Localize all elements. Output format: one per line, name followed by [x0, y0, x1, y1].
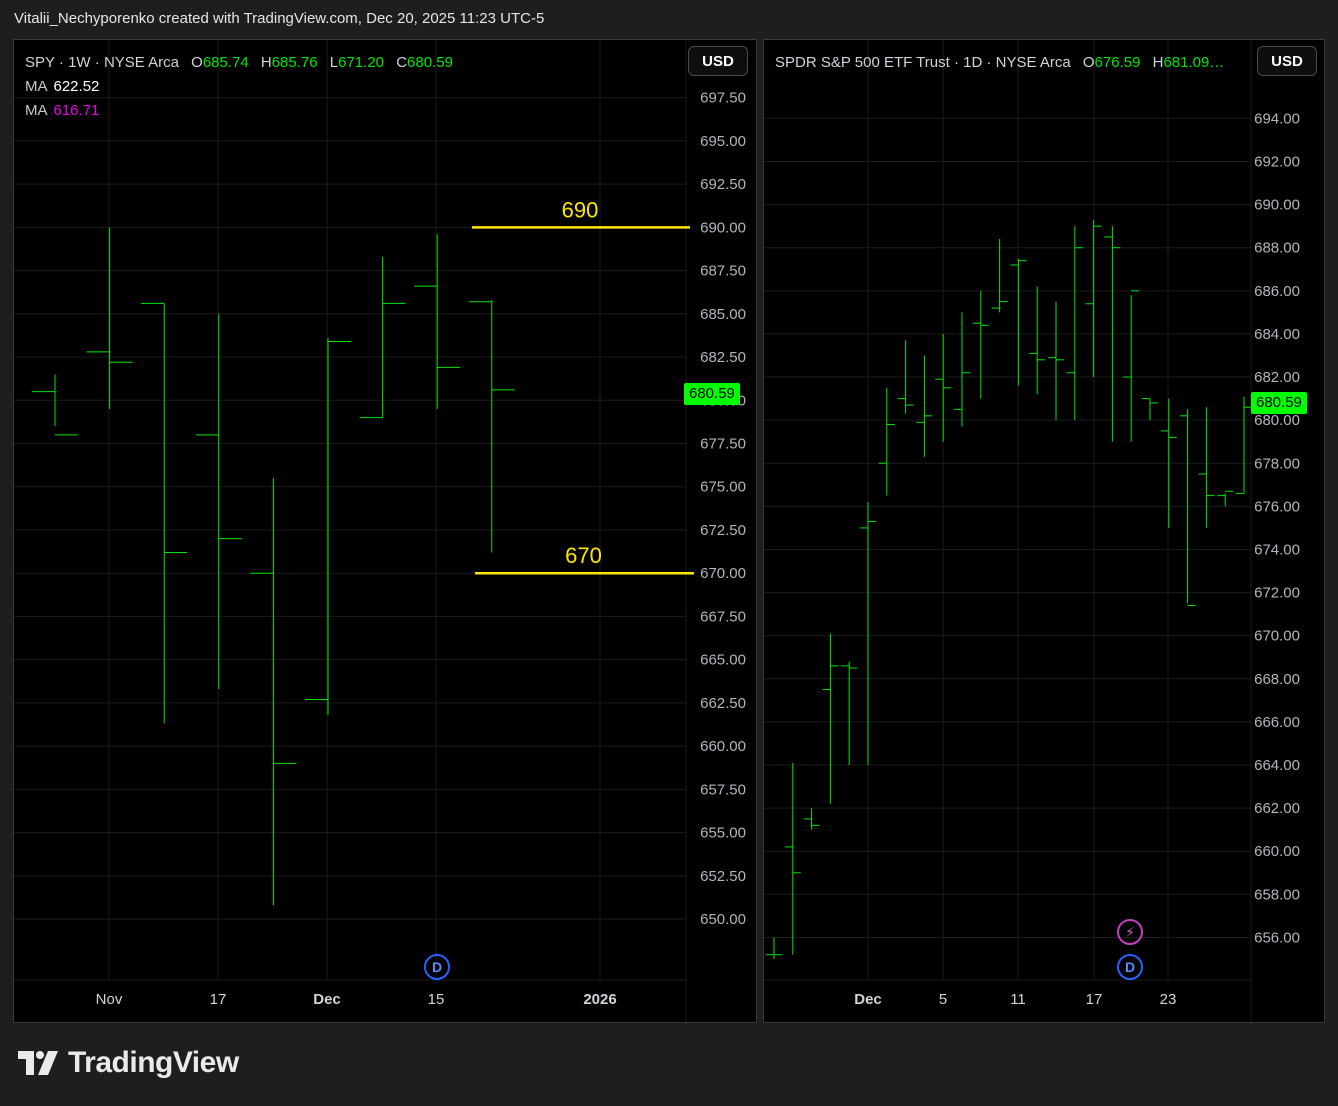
chart-caption: Vitalii_Nechyporenko created with Tradin… [14, 10, 545, 27]
right-interval[interactable]: 1D [963, 54, 982, 71]
ma-label: MA [25, 78, 48, 95]
time-axis-label: Dec [854, 991, 882, 1008]
price-axis-label: 652.50 [700, 868, 746, 885]
right-ohlc-line: SPDR S&P 500 ETF Trust · 1D · NYSE Arca … [775, 54, 1225, 71]
left-close-value: 680.59 [407, 54, 453, 71]
price-axis-label: 675.00 [700, 479, 746, 496]
price-axis-label: 672.50 [700, 522, 746, 539]
time-axis-label: 23 [1160, 991, 1177, 1008]
price-axis-label: 690.00 [700, 219, 746, 236]
left-ma-1[interactable]: MA 622.52 [25, 75, 453, 99]
price-axis-label: 676.00 [1254, 498, 1300, 515]
left-interval[interactable]: 1W [68, 54, 91, 71]
horizontal-line-label: 670 [565, 543, 602, 568]
left-dividend-badge[interactable]: D [424, 954, 450, 980]
price-axis-label: 685.00 [700, 306, 746, 323]
price-axis-label: 692.50 [700, 176, 746, 193]
price-axis-label: 650.00 [700, 911, 746, 928]
price-axis-label: 668.00 [1254, 671, 1300, 688]
price-axis-label: 678.00 [1254, 455, 1300, 472]
price-axis-label: 694.00 [1254, 110, 1300, 127]
price-axis-label: 658.00 [1254, 886, 1300, 903]
price-axis-label: 687.50 [700, 263, 746, 280]
left-currency-button[interactable]: USD [688, 46, 748, 76]
price-axis-label: 672.00 [1254, 585, 1300, 602]
right-open-label: O [1082, 54, 1095, 71]
time-axis-label: Dec [313, 991, 341, 1008]
horizontal-line-label: 690 [562, 197, 599, 222]
ma-value: 616.71 [53, 102, 100, 119]
right-title[interactable]: SPDR S&P 500 ETF Trust [775, 54, 950, 71]
left-open-value: 685.74 [202, 54, 249, 71]
left-exchange: NYSE Arca [103, 54, 179, 71]
right-high-value: 681.09… [1163, 54, 1225, 71]
tradingview-logo-icon [18, 1051, 58, 1075]
price-axis-label: 656.00 [1254, 929, 1300, 946]
left-low-label: L [329, 54, 339, 71]
time-axis-label: 11 [1010, 991, 1026, 1008]
price-axis-label: 680.00 [1254, 412, 1300, 429]
price-axis-label: 667.50 [700, 608, 746, 625]
left-symbol[interactable]: SPY [25, 54, 55, 71]
price-axis-label: 660.00 [1254, 843, 1300, 860]
right-open-value: 676.59 [1094, 54, 1141, 71]
price-axis-label: 684.00 [1254, 326, 1300, 343]
price-axis-label: 670.00 [1254, 628, 1300, 645]
lightning-icon[interactable]: ⚡ [1117, 919, 1143, 945]
ma-value: 622.52 [53, 78, 100, 95]
price-axis-label: 662.50 [700, 695, 746, 712]
price-axis-label: 692.00 [1254, 154, 1300, 171]
left-chart-canvas[interactable]: 697.50 695.00 692.50 690.00 687.50 685.00 682.… [14, 40, 757, 1023]
time-axis-label: 17 [210, 991, 227, 1008]
right-currency-button[interactable]: USD [1257, 46, 1317, 76]
price-axis-label: 686.00 [1254, 283, 1300, 300]
price-axis-label: 662.00 [1254, 800, 1300, 817]
price-axis-label: 677.50 [700, 436, 746, 453]
left-last-price-tag: 680.59 [684, 383, 740, 405]
left-open-label: O [191, 54, 203, 71]
right-chart-panel[interactable]: 694.00 692.00 690.00 688.00 686.00 684.00 682.… [763, 39, 1325, 1023]
price-axis-label: 697.50 [700, 90, 746, 107]
price-axis-label: 688.00 [1254, 240, 1300, 257]
time-axis-label: 15 [428, 991, 445, 1008]
left-chart-panel[interactable]: 697.50 695.00 692.50 690.00 687.50 685.00 682.… [13, 39, 757, 1023]
right-high-label: H [1152, 54, 1164, 71]
time-axis-label: 2026 [583, 991, 616, 1008]
left-legend: SPY · 1W · NYSE Arca O685.74 H685.76 L67… [25, 51, 453, 123]
tradingview-logo[interactable]: TradingView [16, 1046, 239, 1080]
tradingview-logo-text: TradingView [68, 1046, 239, 1079]
price-axis-label: 655.00 [700, 825, 746, 842]
price-axis-label: 674.00 [1254, 541, 1300, 558]
time-axis-label: 5 [939, 991, 947, 1008]
price-axis-label: 690.00 [1254, 197, 1300, 214]
price-axis-label: 660.00 [700, 738, 746, 755]
price-axis-label: 695.00 [700, 133, 746, 150]
time-axis-label: 17 [1086, 991, 1103, 1008]
price-axis-label: 657.50 [700, 781, 746, 798]
right-last-price-tag: 680.59 [1251, 392, 1307, 414]
right-chart-canvas[interactable]: 694.00 692.00 690.00 688.00 686.00 684.00 682.… [764, 40, 1325, 1023]
right-exchange: NYSE Arca [995, 54, 1071, 71]
right-dividend-badge[interactable]: D [1117, 954, 1143, 980]
price-axis-label: 682.00 [1254, 369, 1300, 386]
left-high-label: H [260, 54, 272, 71]
left-ohlc-line: SPY · 1W · NYSE Arca O685.74 H685.76 L67… [25, 54, 453, 71]
ma-label: MA [25, 102, 48, 119]
price-axis-label: 682.50 [700, 349, 746, 366]
price-axis-label: 670.00 [700, 565, 746, 582]
left-high-value: 685.76 [271, 54, 318, 71]
price-axis-label: 665.00 [700, 652, 746, 669]
left-low-value: 671.20 [338, 54, 385, 71]
time-axis-label: Nov [96, 991, 123, 1008]
left-ma-2[interactable]: MA 616.71 [25, 99, 453, 123]
price-axis-label: 666.00 [1254, 714, 1300, 731]
price-axis-label: 664.00 [1254, 757, 1300, 774]
left-close-label: C [396, 54, 408, 71]
right-legend: SPDR S&P 500 ETF Trust · 1D · NYSE Arca … [775, 51, 1250, 75]
